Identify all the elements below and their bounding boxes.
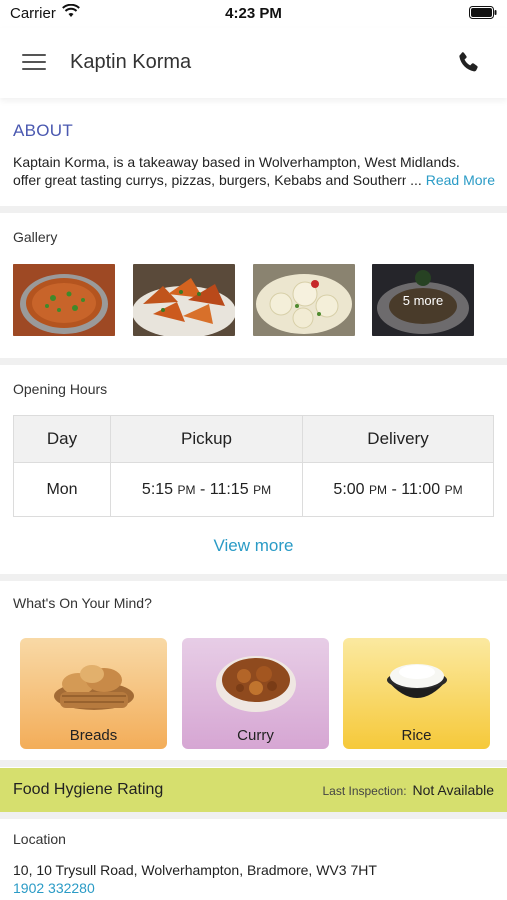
delivery-separator: - — [391, 480, 397, 498]
last-inspection: Last Inspection: Not Available — [322, 782, 494, 798]
category-curry[interactable]: Curry — [182, 638, 329, 749]
col-day: Day — [13, 415, 111, 463]
delivery-start: 5:00 — [333, 480, 365, 498]
last-inspection-label: Last Inspection: — [322, 784, 407, 798]
location-address: 10, 10 Trysull Road, Wolverhampton, Brad… — [13, 862, 377, 878]
section-divider — [0, 812, 507, 819]
category-breads-label: Breads — [69, 727, 118, 744]
section-divider — [0, 206, 507, 213]
about-line-1: Kaptain Korma, is a takeaway based in Wo… — [13, 154, 460, 170]
hours-header-row: Day Pickup Delivery — [13, 415, 494, 463]
last-inspection-value: Not Available — [412, 782, 494, 798]
about-ellipsis: ... — [410, 172, 422, 188]
categories-title: What's On Your Mind? — [13, 595, 152, 611]
col-delivery: Delivery — [302, 415, 494, 463]
about-line-2: offer great tasting currys, pizzas, burg… — [13, 171, 495, 189]
view-more-hours-link[interactable]: View more — [0, 536, 507, 556]
opening-hours-title: Opening Hours — [13, 381, 108, 397]
location-title: Location — [13, 831, 66, 847]
food-hygiene-rating-bar: Food Hygiene Rating Last Inspection: Not … — [0, 768, 507, 812]
status-bar: Carrier 4:23 PM — [0, 0, 507, 28]
pickup-separator: - — [199, 480, 206, 498]
about-description: Kaptain Korma, is a takeaway based in Wo… — [13, 153, 495, 189]
gallery-image-dumplings[interactable] — [253, 264, 355, 336]
category-breads[interactable]: Breads — [20, 638, 167, 749]
col-pickup: Pickup — [110, 415, 303, 463]
hamburger-menu-icon[interactable] — [22, 52, 48, 72]
category-curry-label: Curry — [237, 727, 274, 744]
section-divider — [0, 574, 507, 581]
gallery-image-curry-bowl[interactable] — [13, 264, 115, 336]
pickup-end-ampm: PM — [253, 482, 272, 497]
battery-icon — [469, 6, 497, 19]
phone-icon[interactable] — [455, 50, 481, 76]
section-divider — [0, 358, 507, 365]
hours-delivery: 5:00 PM - 11:00 PM — [302, 462, 494, 517]
pickup-start: 5:15 — [141, 480, 174, 498]
hours-pickup: 5:15 PM - 11:15 PM — [110, 462, 303, 517]
hygiene-title: Food Hygiene Rating — [13, 781, 164, 798]
delivery-end-ampm: PM — [444, 482, 463, 497]
about-line-2-text: offer great tasting currys, pizzas, burg… — [13, 172, 407, 188]
hours-row: Mon 5:15 PM - 11:15 PM 5:00 PM - 11:00 P… — [13, 462, 494, 517]
category-rice-label: Rice — [401, 727, 432, 744]
category-rice[interactable]: Rice — [343, 638, 490, 749]
status-time: 4:23 PM — [225, 5, 282, 22]
restaurant-title: Kaptin Korma — [70, 51, 192, 73]
pickup-start-ampm: PM — [177, 482, 196, 497]
more-images-label: 5 more — [372, 264, 474, 336]
about-heading: ABOUT — [13, 121, 74, 140]
read-more-link[interactable]: Read More — [426, 171, 495, 189]
gallery-title: Gallery — [13, 229, 58, 245]
gallery-image-chicken[interactable] — [133, 264, 235, 336]
gallery-more-images[interactable]: 5 more — [372, 264, 474, 336]
delivery-start-ampm: PM — [369, 482, 388, 497]
section-divider — [0, 760, 507, 767]
pickup-end: 11:15 — [209, 480, 249, 498]
app-bar: Kaptin Korma — [0, 28, 507, 98]
delivery-end: 11:00 — [401, 480, 441, 498]
hours-day: Mon — [13, 462, 111, 517]
opening-hours-table: Day Pickup Delivery Mon 5:15 PM - 11:15 … — [13, 415, 494, 517]
phone-number-link[interactable]: 1902 332280 — [13, 880, 95, 896]
